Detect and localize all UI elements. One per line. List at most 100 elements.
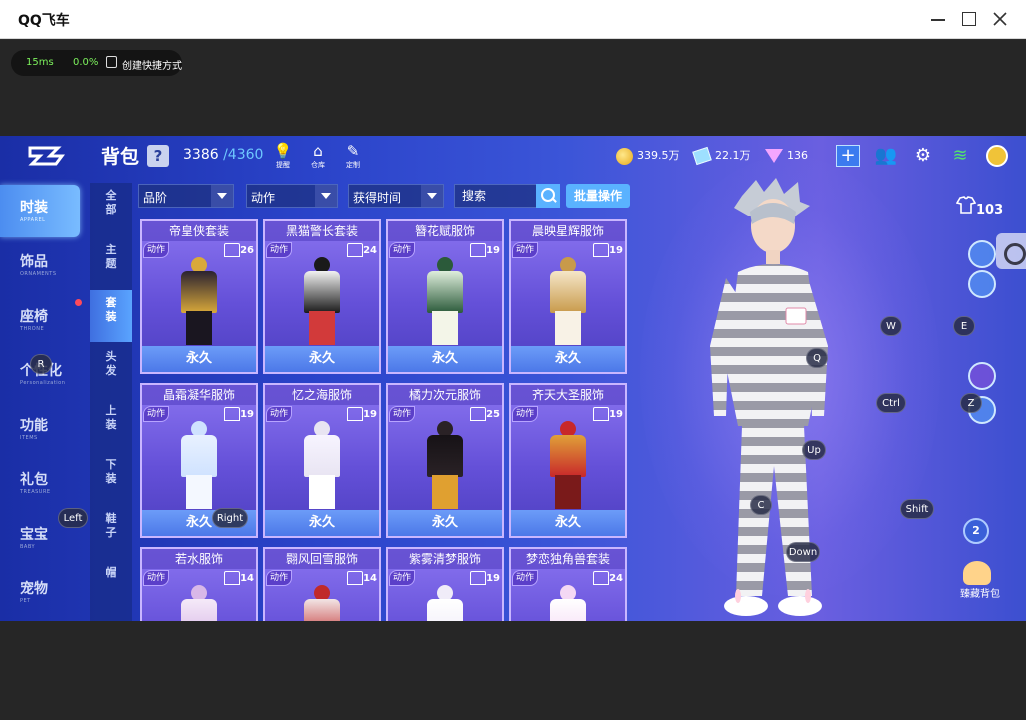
music-button[interactable] [968,270,996,298]
subcategory-hair[interactable]: 头发 [90,344,132,396]
grade-dropdown[interactable]: 品阶 [138,184,234,208]
item-duration: 永久 [265,510,379,536]
key-hint-c[interactable]: C [750,495,772,515]
item-card[interactable]: 紫雾清梦服饰动作19永久 [386,547,504,621]
key-hint-w[interactable]: W [880,316,902,336]
item-card[interactable]: 黑猫警长套装 动作 24 永久 [263,219,381,374]
garage-button[interactable] [968,240,996,268]
thumbnail-body [427,599,463,621]
profile-avatar[interactable] [986,145,1008,167]
search-button[interactable] [536,184,560,208]
item-duration: 永久 [388,510,502,536]
outfit-thumbnail [418,257,472,347]
notification-dot [75,299,82,306]
latency-value: 15ms [26,57,54,68]
batch-operation-button[interactable]: 批量操作 [566,184,630,208]
floating-menu-button[interactable] [996,233,1026,269]
key-hint-down[interactable]: Down [786,542,820,562]
subcategory-label: 主题 [105,243,117,270]
item-name: 帝皇侠套装 [142,221,256,241]
stream-stage: 15ms 0.0% 创建快捷方式 背包 ? 3386 /4360 💡 提醒 ⌂ … [0,40,1026,720]
item-duration: 永久 [511,510,625,536]
thumbnail-legs [555,475,581,509]
item-card[interactable]: 橘力次元服饰 动作 25 永久 [386,383,504,538]
window-titlebar: QQ飞车 [0,0,1026,39]
key-hint-q[interactable]: Q [806,348,828,368]
friends-button[interactable]: 👥 [874,145,898,167]
item-card[interactable]: 簪花赋服饰 动作 19 永久 [386,219,504,374]
maximize-button[interactable] [957,8,981,30]
category-sublabel: ORNAMENTS [20,271,57,277]
category-throne[interactable]: 座椅 THRONE [0,294,80,346]
thumbnail-legs [309,475,335,509]
item-card[interactable]: 齐天大圣服饰 动作 19 永久 [509,383,627,538]
key-hint-e[interactable]: E [953,316,975,336]
item-card[interactable]: 帝皇侠套装 动作 26 永久 [140,219,258,374]
item-card[interactable]: 晨映星辉服饰 动作 19 永久 [509,219,627,374]
outfit-count: 103 [976,203,1004,218]
settings-button[interactable]: ⚙ [911,145,935,167]
item-card[interactable]: 翾风回雪服饰动作14永久 [263,547,381,621]
category-items[interactable]: 功能 ITEMS [0,403,80,455]
custom-button[interactable]: ✎ 定制 [340,142,366,172]
subcategory-all[interactable]: 全部 [90,183,132,235]
category-treasure[interactable]: 礼包 TREASURE [0,457,80,509]
category-label: 礼包 [20,472,48,488]
subcategory-suit[interactable]: 套装 [90,290,132,342]
close-button[interactable] [988,8,1012,30]
motion-dropdown[interactable]: 动作 [246,184,338,208]
key-hint-ctrl[interactable]: Ctrl [876,393,906,413]
item-count: 25 [470,406,500,424]
item-count: 19 [224,406,254,424]
motion-badge: 动作 [512,406,538,422]
category-pet[interactable]: 宠物 PET [0,566,80,618]
minimize-button[interactable] [927,8,951,30]
cabinet-label[interactable]: 臻藏背包 [955,585,1005,600]
item-card[interactable]: 梦恋独角兽套装动作24永久 [509,547,627,621]
subcategory-hat[interactable]: 帽 [90,560,132,612]
category-ornaments[interactable]: 饰品 ORNAMENTS [0,239,80,291]
dropdown-value: 品阶 [143,191,168,205]
cabinet-icon[interactable] [963,561,991,585]
key-hint-right[interactable]: Right [212,508,248,528]
subcategory-theme[interactable]: 主题 [90,237,132,289]
key-hint-shift[interactable]: Shift [900,499,934,519]
item-card[interactable]: 忆之海服饰 动作 19 永久 [263,383,381,538]
subcategory-shoes[interactable]: 鞋子 [90,506,132,558]
category-nav: 时装 APPAREL 饰品 ORNAMENTS 座椅 THRONE 个性化 Pe… [0,183,82,621]
key-hint-r[interactable]: R [30,354,52,374]
item-card[interactable]: 若水服饰动作14永久 [140,547,258,621]
thumbnail-body [181,271,217,313]
subcategory-nav: 全部 主题 套装 头发 上装 下装 鞋子 帽 [90,183,132,621]
outfit-thumbnail [418,585,472,621]
outfit-slot-button[interactable]: 2 [963,518,989,544]
category-label: 宠物 [20,581,48,597]
key-hint-up[interactable]: Up [802,440,826,460]
gem-balance: 136 [765,146,808,166]
key-hint-left[interactable]: Left [58,508,88,528]
custom-icon: ✎ [346,142,360,160]
remind-button[interactable]: 💡 提醒 [270,142,296,172]
add-button[interactable]: + [836,145,860,167]
category-apparel[interactable]: 时装 APPAREL [0,185,80,237]
key-hint-z[interactable]: Z [960,393,982,413]
subcategory-top[interactable]: 上装 [90,398,132,450]
subcategory-bottom[interactable]: 下装 [90,452,132,504]
create-shortcut-button[interactable]: 创建快捷方式 [122,57,182,72]
help-button[interactable]: ? [147,145,169,167]
item-name: 梦恋独角兽套装 [511,549,625,569]
thumbnail-legs [186,311,212,345]
motion-badge: 动作 [512,242,538,258]
capacity-used: 3386 [183,147,219,163]
category-label: 饰品 [20,254,48,270]
chevron-down-icon [421,185,443,207]
gem-icon [765,149,783,163]
coin-balance: 339.5万 [616,146,680,166]
custom-label: 定制 [346,161,360,169]
subcategory-label: 鞋子 [105,512,117,539]
warehouse-button[interactable]: ⌂ 仓库 [305,142,331,172]
category-label: 座椅 [20,309,48,325]
action-button[interactable] [968,362,996,390]
plus-icon: + [840,145,856,166]
sort-dropdown[interactable]: 获得时间 [348,184,444,208]
